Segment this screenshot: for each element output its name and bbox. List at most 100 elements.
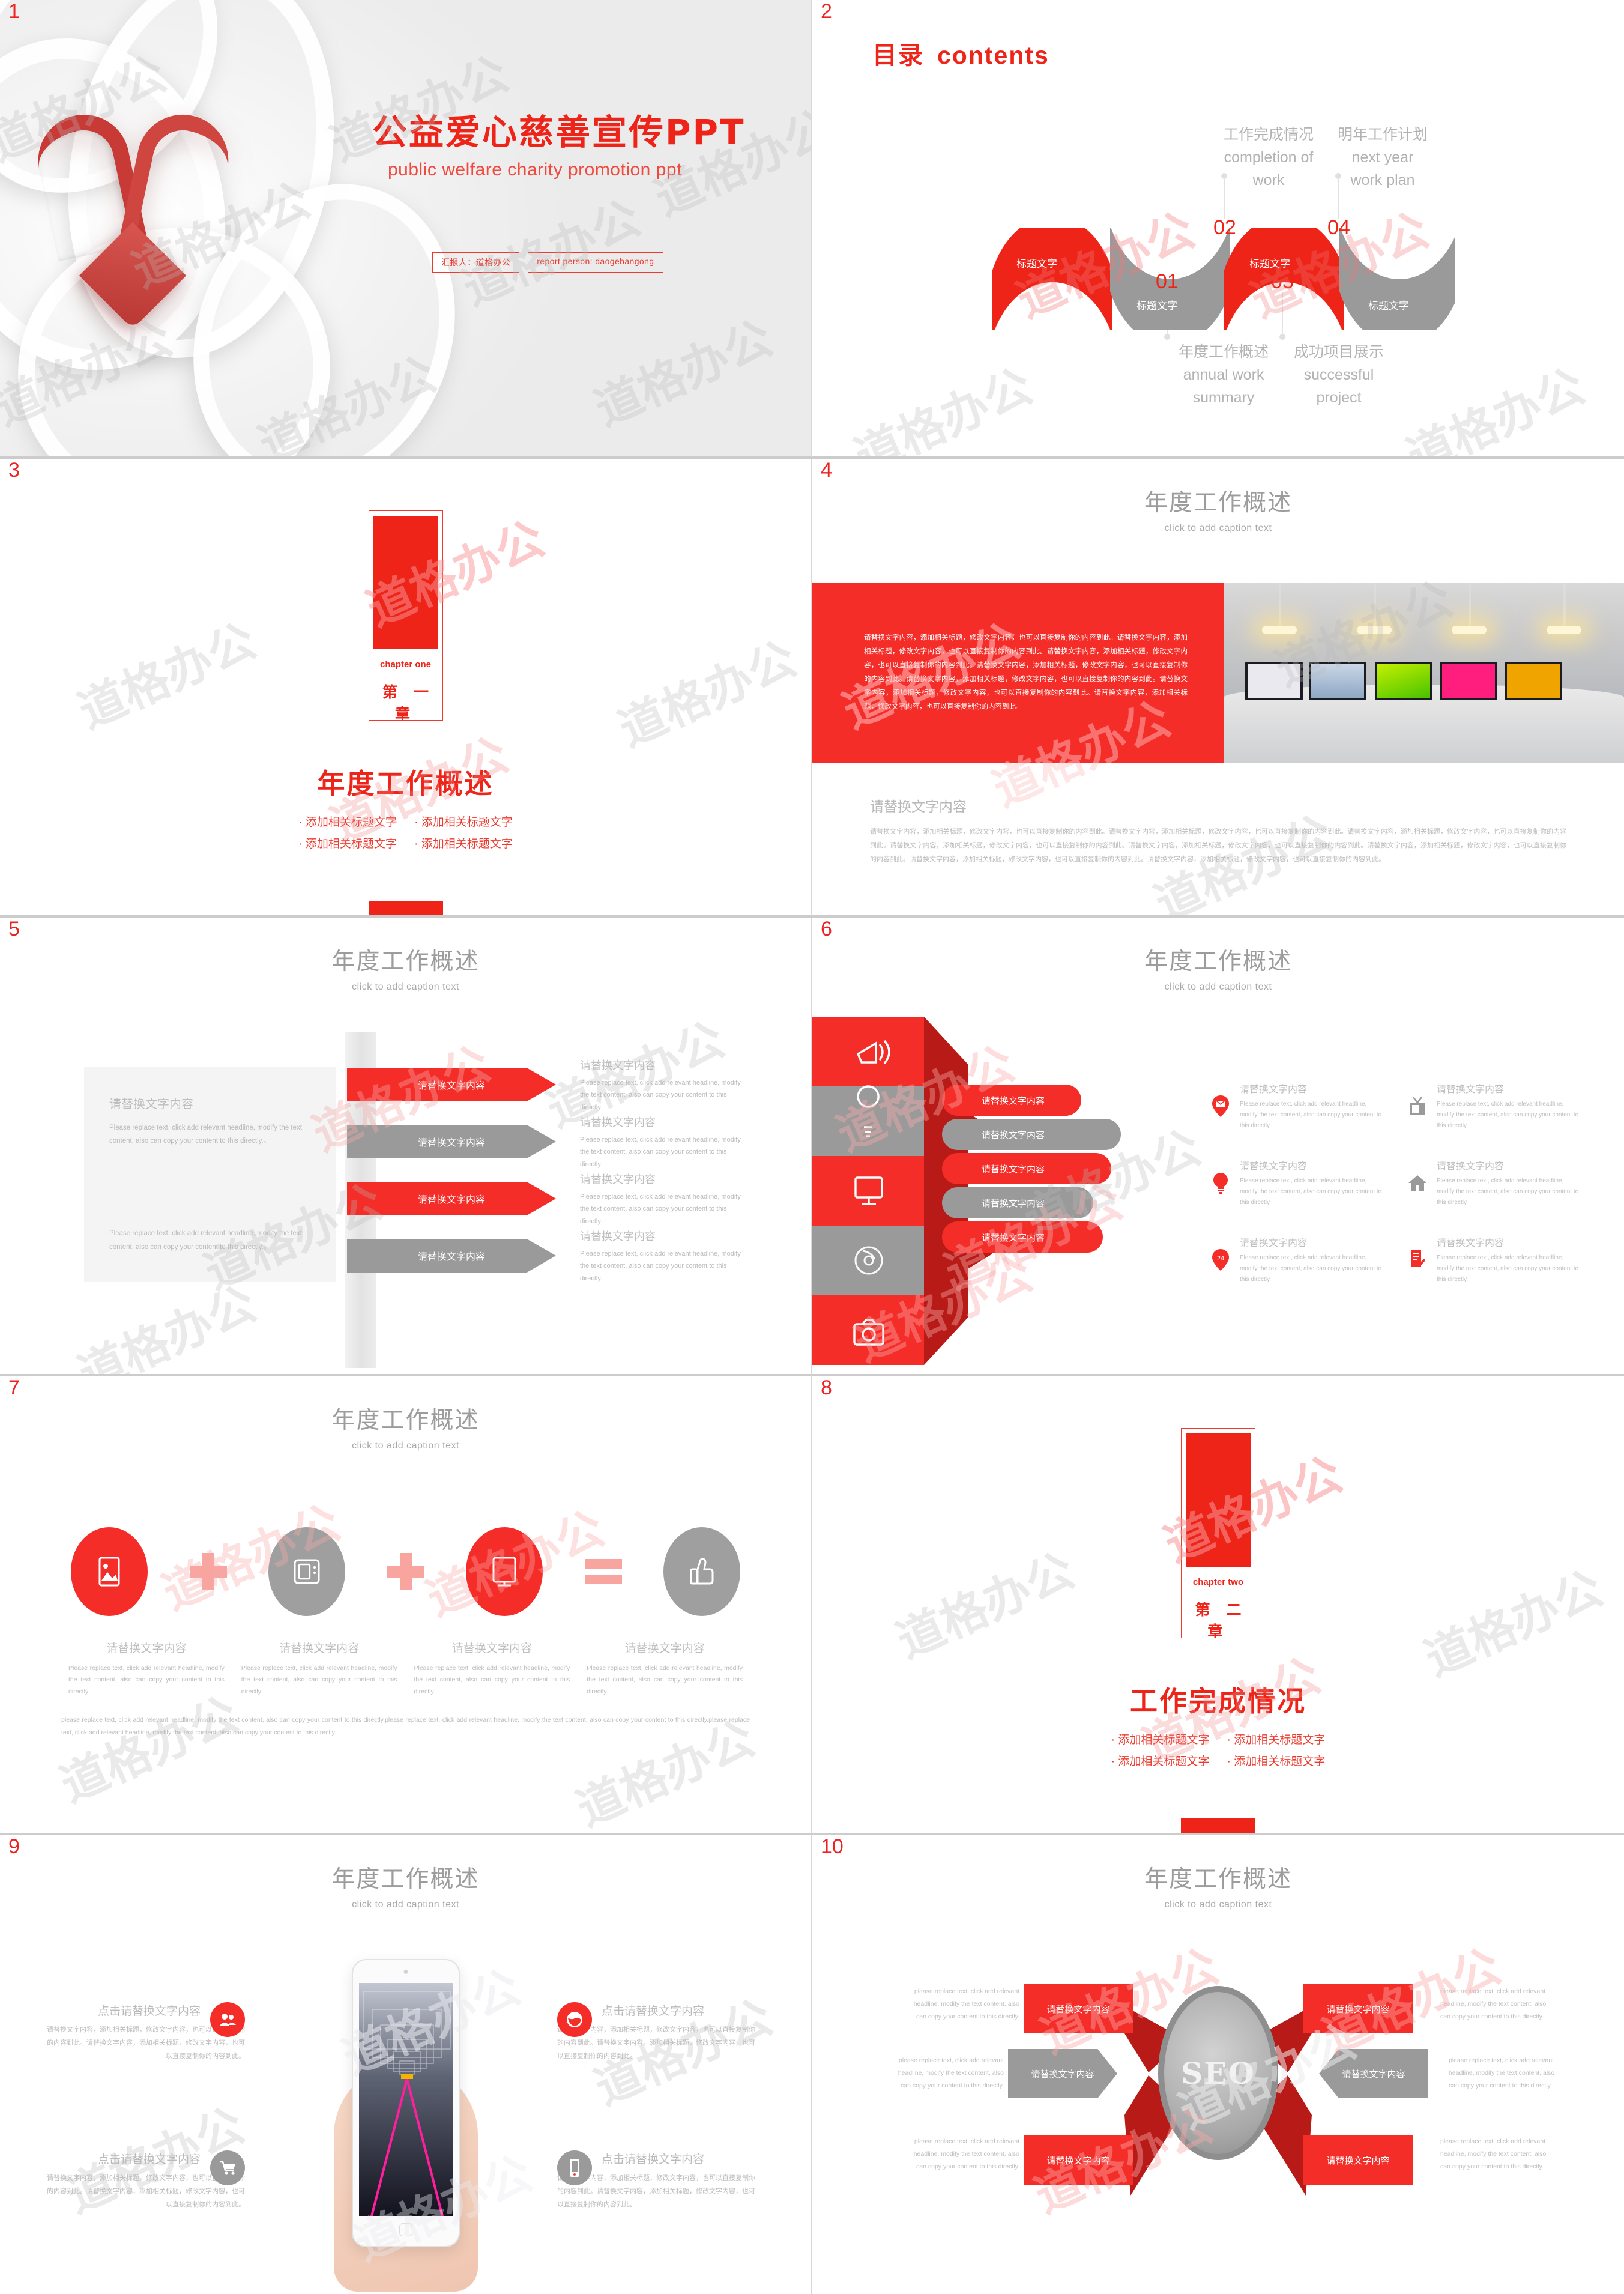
detail-body-1: Please replace text, click add relevant …	[580, 1079, 741, 1111]
funnel-pill-3[interactable]: 请替换文字内容	[942, 1153, 1111, 1184]
chapter-badge-fill	[373, 516, 438, 649]
presenter-badge-en: report person: daogebangong	[528, 252, 663, 273]
detail-body-4: Please replace text, click add relevant …	[580, 1250, 741, 1282]
contents-wave-ribbon	[992, 228, 1455, 330]
slide-3-chapter-one[interactable]: chapter one 第 一 章 年度工作概述 · 添加相关标题文字 · 添加…	[0, 459, 812, 918]
equals-operator-icon	[584, 1553, 622, 1590]
users-icon	[210, 2002, 245, 2037]
header-title-cn: 年度工作概述	[331, 1866, 480, 1892]
funnel-pill-5-label: 请替换文字内容	[982, 1232, 1045, 1243]
header-caption-en: click to add caption text	[1164, 523, 1272, 533]
slide-10-seo-hub[interactable]: 年度工作概述 click to add caption text 请替换文字内容…	[812, 1835, 1624, 2294]
chapter-label-en: chapter two	[1192, 1577, 1244, 1587]
slide-number: 9	[8, 1835, 20, 1858]
equation-node-4[interactable]	[663, 1527, 740, 1616]
equation-footer: please replace text, click add relevant …	[61, 1716, 750, 1736]
funnel-pill-1[interactable]: 请替换文字内容	[942, 1085, 1081, 1116]
equation-caption-1-body: Please replace text, click add relevant …	[68, 1665, 225, 1695]
equation-node-3[interactable]	[466, 1527, 543, 1616]
chapter-bullet-item: · 添加相关标题文字	[1227, 1734, 1326, 1746]
funnel-pill-4[interactable]: 请替换文字内容	[942, 1187, 1093, 1218]
overview-card: 请替换文字内容 Please replace text, click add r…	[84, 1067, 336, 1282]
hub-text-5: please replace text, click add relevant …	[913, 2138, 1019, 2170]
funnel-detail-item: 请替换文字内容 Please replace text, click add re…	[1405, 1158, 1581, 1208]
equation-caption-3: 请替换文字内容 Please replace text, click add re…	[406, 1639, 579, 1698]
slide-4-overview-photo[interactable]: 年度工作概述 click to add caption text 请替换文字内容…	[812, 459, 1624, 918]
slide-number: 3	[8, 459, 20, 482]
detail-block-4: 请替换文字内容 Please replace text, click add r…	[580, 1228, 743, 1285]
slide-number: 10	[821, 1835, 844, 1858]
funnel-detail-body: Please replace text, click add relevant …	[1437, 1101, 1579, 1129]
svg-text:24: 24	[1217, 1255, 1224, 1262]
chapter-bullet-row: · 添加相关标题文字 · 添加相关标题文字	[812, 1751, 1624, 1773]
contents-ribbon-label-1: 标题文字	[1016, 258, 1057, 270]
chapter-bullet-item: · 添加相关标题文字	[1111, 1755, 1210, 1769]
contents-caption-4-en1: next year	[1351, 149, 1414, 166]
header-caption-en: click to add caption text	[352, 1899, 459, 1910]
header-title-cn: 年度工作概述	[331, 1408, 480, 1433]
cart-icon	[210, 2150, 245, 2185]
hub-branch-1[interactable]: 请替换文字内容	[1024, 1984, 1133, 2033]
hub-branch-5-label: 请替换文字内容	[1046, 2155, 1110, 2166]
funnel-detail-body: Please replace text, click add relevant …	[1240, 1254, 1382, 1283]
equation-caption-1: 请替换文字内容 Please replace text, click add re…	[60, 1639, 233, 1698]
funnel-detail-title: 请替换文字内容	[1437, 1085, 1505, 1095]
arrow-bar-1[interactable]: 请替换文字内容	[347, 1068, 556, 1101]
arrow-bar-3[interactable]: 请替换文字内容	[347, 1182, 556, 1215]
funnel-pill-5[interactable]: 请替换文字内容	[942, 1221, 1103, 1253]
header-title-cn: 年度工作概述	[1144, 490, 1292, 516]
slide-header: 年度工作概述 click to add caption text	[812, 484, 1624, 534]
slide-6-funnel[interactable]: 年度工作概述 click to add caption text 请替换文字内容…	[812, 918, 1624, 1376]
hub-branch-4[interactable]: 请替换文字内容	[1319, 2049, 1428, 2098]
overview-footer-title: 请替换文字内容	[870, 799, 967, 814]
slide-number: 7	[8, 1376, 20, 1399]
slide-number: 1	[8, 0, 20, 23]
mobile-cell-3: 点击请替换文字内容 请替换文字内容，添加相关标题，修改文字内容，也可以直接复制你…	[47, 2150, 245, 2211]
control-room-photo	[1224, 583, 1624, 763]
envelope-pin-icon	[1209, 1081, 1233, 1131]
equation-node-1[interactable]	[71, 1527, 148, 1616]
contents-caption-3-en2: project	[1316, 389, 1362, 406]
chapter-badge-fill	[1186, 1433, 1251, 1567]
funnel-pill-2[interactable]: 请替换文字内容	[942, 1119, 1121, 1150]
slide-2-contents[interactable]: 目录 contents 工作完成情况 completion of work 明年工…	[812, 0, 1624, 459]
hub-branch-6-label: 请替换文字内容	[1326, 2155, 1390, 2166]
hub-branch-2[interactable]: 请替换文字内容	[1303, 1984, 1413, 2033]
funnel-detail-body: Please replace text, click add relevant …	[1437, 1178, 1579, 1206]
slide-7-equation[interactable]: 年度工作概述 click to add caption text 请替换文字内容…	[0, 1376, 812, 1835]
arrow-bar-2[interactable]: 请替换文字内容	[347, 1125, 556, 1158]
equation-captions: 请替换文字内容 Please replace text, click add re…	[60, 1639, 751, 1698]
tunnel-image	[358, 1983, 453, 2216]
hub-branch-4-label: 请替换文字内容	[1342, 2069, 1405, 2080]
funnel-detail-body: Please replace text, click add relevant …	[1437, 1254, 1579, 1283]
detail-title-1: 请替换文字内容	[580, 1059, 656, 1071]
cover-title-group: 公益爱心慈善宣传PPT public welfare charity promo…	[372, 113, 786, 180]
slide-9-mobile[interactable]: 年度工作概述 click to add caption text 点击请替换文字…	[0, 1835, 812, 2294]
slide-1-cover[interactable]: 公益爱心慈善宣传PPT public welfare charity promo…	[0, 0, 812, 459]
funnel-detail-item: 请替换文字内容 Please replace text, click add re…	[1209, 1158, 1384, 1208]
equation-node-2[interactable]	[268, 1527, 345, 1616]
funnel-detail-grid: 请替换文字内容 Please replace text, click add re…	[1209, 1081, 1581, 1285]
hub-branch-5[interactable]: 请替换文字内容	[1024, 2135, 1133, 2185]
detail-block-3: 请替换文字内容 Please replace text, click add r…	[580, 1171, 743, 1227]
funnel-pill-1-label: 请替换文字内容	[982, 1095, 1045, 1106]
equation-caption-2: 请替换文字内容 Please replace text, click add re…	[233, 1639, 406, 1698]
arrow-bar-4[interactable]: 请替换文字内容	[347, 1239, 556, 1273]
slide-5-arrow-list[interactable]: 年度工作概述 click to add caption text 请替换文字内容…	[0, 918, 812, 1376]
overview-band: 请替换文字内容，添加相关标题，修改文字内容，也可以直接复制你的内容到此。请替换文…	[812, 583, 1624, 763]
cover-title-en: public welfare charity promotion ppt	[388, 160, 682, 180]
slide-number: 5	[8, 918, 20, 940]
hub-text-1: please replace text, click add relevant …	[913, 1988, 1019, 2020]
mobile-icon	[557, 2150, 592, 2185]
equation-caption-2-body: Please replace text, click add relevant …	[241, 1665, 397, 1695]
tv-icon	[1405, 1081, 1429, 1131]
chapter-bullet-list: · 添加相关标题文字 · 添加相关标题文字 · 添加相关标题文字 · 添加相关标…	[812, 1730, 1624, 1773]
phone-mockup	[351, 1959, 460, 2247]
hub-branch-3[interactable]: 请替换文字内容	[1008, 2049, 1117, 2098]
funnel-detail-item: 请替换文字内容 Please replace text, click add re…	[1405, 1235, 1581, 1285]
funnel-detail-title: 请替换文字内容	[1240, 1161, 1308, 1172]
funnel-pill-4-label: 请替换文字内容	[982, 1198, 1045, 1209]
cover-presenter-badges: 汇报人：道格办公 report person: daogebangong	[432, 252, 663, 273]
hub-branch-6[interactable]: 请替换文字内容	[1303, 2135, 1413, 2185]
slide-8-chapter-two[interactable]: chapter two 第 二 章 工作完成情况 · 添加相关标题文字 · 添加…	[812, 1376, 1624, 1835]
